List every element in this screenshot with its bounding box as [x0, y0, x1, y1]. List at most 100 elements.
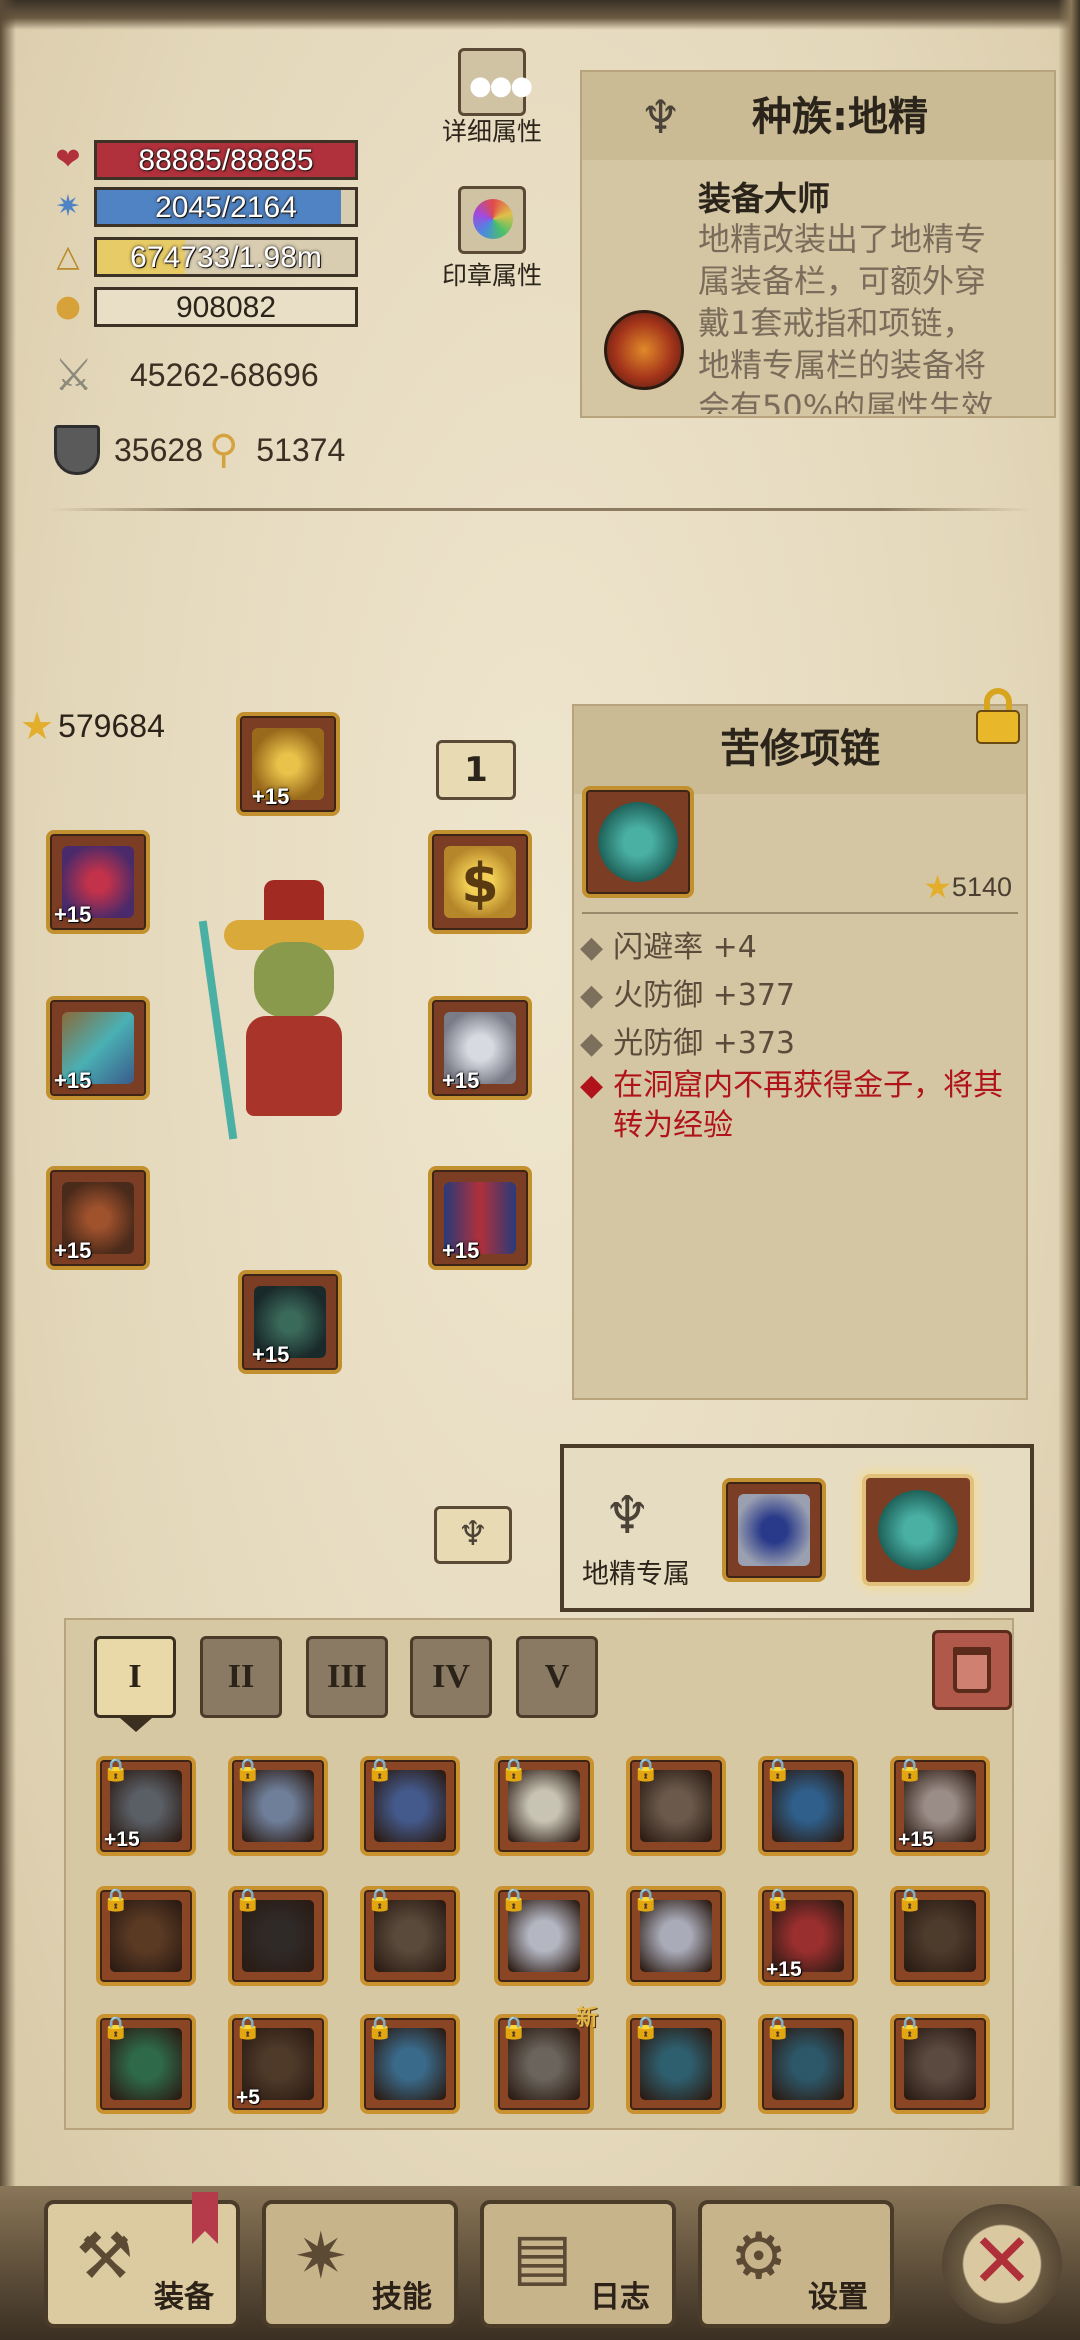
inventory-tab-3[interactable]: III [306, 1636, 388, 1718]
item-attribute-text: 光防御 +373 [613, 1026, 796, 1061]
equip-slot-chest[interactable]: +15 [428, 1166, 532, 1270]
goblin-helm-button[interactable]: ♆ [434, 1506, 512, 1564]
detail-attributes-button[interactable]: ●●● [458, 48, 533, 116]
goblin-exclusive-icon: ♆ [604, 1486, 651, 1546]
equip-level: +15 [54, 902, 92, 927]
inventory-tab-2[interactable]: II [200, 1636, 282, 1718]
skill-icon [604, 310, 684, 390]
inventory-item-dark-wings[interactable]: 🔒 [228, 1886, 328, 1986]
inventory-item-red-armor[interactable]: 🔒 +15 [758, 1886, 858, 1986]
inventory-item-angel-wings-1[interactable]: 🔒 [494, 1886, 594, 1986]
star-icon: ★ [20, 704, 55, 748]
inventory-item-leather-armor[interactable]: 🔒 +5 [228, 2014, 328, 2114]
inventory-item-iron-pants[interactable]: 🔒 新 [494, 2006, 598, 2114]
item-special-attribute: ◆ 在洞窟内不再获得金子，将其转为经验 [580, 1066, 1020, 1146]
padlock-icon: 🔒 [764, 1888, 792, 1913]
mana-value: 2045/2164 [155, 191, 297, 224]
bullet-icon: ◆ [580, 978, 604, 1013]
equip-slot-wings[interactable]: +15 [428, 996, 532, 1100]
gold-box: 908082 [94, 287, 358, 327]
item-attribute-text: 火防御 +377 [613, 978, 796, 1013]
trash-button[interactable] [932, 1630, 1012, 1710]
padlock-icon: 🔒 [234, 1758, 262, 1783]
inventory-tab-1[interactable]: I [94, 1636, 176, 1718]
close-button[interactable]: ✕ [942, 2204, 1062, 2324]
padlock-icon: 🔒 [366, 2016, 394, 2041]
padlock-icon: 🔒 [632, 1888, 660, 1913]
necklace-count: 1 [464, 750, 488, 790]
skill-star-icon: ✷ [294, 2220, 348, 2294]
equipment-score: ★ 579684 [20, 704, 165, 748]
inventory-item-fur-armor[interactable]: 🔒 [96, 1886, 196, 1986]
nav-skills-button[interactable]: ✷ 技能 [262, 2200, 458, 2328]
journal-icon: ▤ [512, 2220, 573, 2294]
equip-slot-boots[interactable]: +15 [238, 1270, 342, 1374]
equip-level: +15 [252, 784, 290, 809]
item-name: 苦修项链 [720, 726, 880, 772]
goblin-helm-icon: ♆ [457, 1514, 489, 1554]
padlock-icon: 🔒 [764, 2016, 792, 2041]
item-level: +5 [236, 2086, 260, 2109]
gold-value: 908082 [175, 291, 277, 324]
inventory-item-crystal-armor[interactable]: 🔒 [758, 1756, 858, 1856]
mana-icon: ✷ [55, 189, 81, 224]
equip-slot-weapon[interactable]: +15 [46, 996, 150, 1100]
mana-bar: 2045/2164 [94, 187, 358, 227]
inventory-item-teal-boots-1[interactable]: 🔒 [626, 2014, 726, 2114]
inventory-item-crossbow[interactable]: 🔒 [360, 1756, 460, 1856]
goblin-slot-ring[interactable] [722, 1478, 826, 1582]
inventory-item-horned-helm[interactable]: 🔒 +15 [890, 1756, 990, 1856]
padlock-icon: 🔒 [102, 1888, 130, 1913]
inventory-item-ice-armor[interactable]: 🔒 [360, 2014, 460, 2114]
item-level: +15 [766, 1958, 802, 1981]
padlock-icon: 🔒 [500, 1888, 528, 1913]
item-attribute: ◆ 闪避率 +4 [580, 922, 757, 966]
item-score: ★ 5140 [923, 868, 1012, 906]
equip-slot-money-amulet[interactable]: $ [428, 830, 532, 934]
equip-slot-gloves[interactable]: +15 [46, 1166, 150, 1270]
skill-description: 地精改装出了地精专属装备栏，可额外穿戴1套戒指和项链，地精专属栏的装备将会有50… [698, 220, 994, 414]
hp-value: 88885/88885 [138, 144, 314, 177]
inventory-item-dagger[interactable]: 🔒 [494, 1756, 594, 1856]
inventory-item-teal-boots-2[interactable]: 🔒 [758, 2014, 858, 2114]
padlock-icon: 🔒 [366, 1758, 394, 1783]
padlock-icon: 🔒 [896, 1758, 924, 1783]
inventory-item-angel-wings-2[interactable]: 🔒 [626, 1886, 726, 1986]
detail-attributes-label: 详细属性 [441, 117, 542, 146]
active-tab-indicator [120, 1718, 152, 1732]
inventory-item-claw-gauntlet[interactable]: 🔒 [890, 2014, 990, 2114]
goblin-slot-necklace[interactable] [862, 1474, 974, 1586]
nav-equipment-label: 装备 [154, 2280, 214, 2315]
inventory-item-greatsword[interactable]: 🔒 +15 [96, 1756, 196, 1856]
nav-journal-button[interactable]: ▤ 日志 [480, 2200, 676, 2328]
gold-row: ● 908082 [50, 285, 358, 329]
lock-icon[interactable] [974, 688, 1022, 744]
nav-settings-label: 设置 [808, 2280, 868, 2315]
dots-icon: ●●● [469, 71, 533, 101]
inventory-item-bone-armor[interactable]: 🔒 [360, 1886, 460, 1986]
item-detail-icon [582, 786, 694, 898]
equip-slot-head[interactable]: +15 [236, 712, 340, 816]
inventory-item-wolf-armor[interactable]: 🔒 [890, 1886, 990, 1986]
nav-settings-button[interactable]: ⚙ 设置 [698, 2200, 894, 2328]
item-score-value: 5140 [951, 871, 1012, 902]
padlock-icon: 🔒 [234, 2016, 262, 2041]
equip-slot-left-armor[interactable]: +15 [46, 830, 150, 934]
exp-icon: △ [56, 239, 80, 274]
attack-row: ⚔ 45262-68696 [54, 350, 319, 401]
bullet-icon: ◆ [580, 930, 604, 965]
inventory-item-winged-helm[interactable]: 🔒 [228, 1756, 328, 1856]
inventory-tab-5[interactable]: V [516, 1636, 598, 1718]
nav-equipment-button[interactable]: ⚒ 装备 [44, 2192, 240, 2328]
nav-skills-label: 技能 [372, 2280, 432, 2315]
exp-value: 674733/1.98m [130, 241, 322, 274]
inventory-item-green-boots[interactable]: 🔒 [96, 2014, 196, 2114]
item-attribute: ◆ 火防御 +377 [580, 970, 795, 1014]
inventory-tab-4[interactable]: IV [410, 1636, 492, 1718]
seal-attributes-button[interactable] [458, 186, 526, 254]
padlock-icon: 🔒 [896, 1888, 924, 1913]
necklace-count-box[interactable]: 1 [436, 740, 516, 800]
close-icon: ✕ [970, 2216, 1034, 2305]
inventory-item-beast-armor[interactable]: 🔒 [626, 1756, 726, 1856]
equip-level: +15 [442, 1238, 480, 1263]
